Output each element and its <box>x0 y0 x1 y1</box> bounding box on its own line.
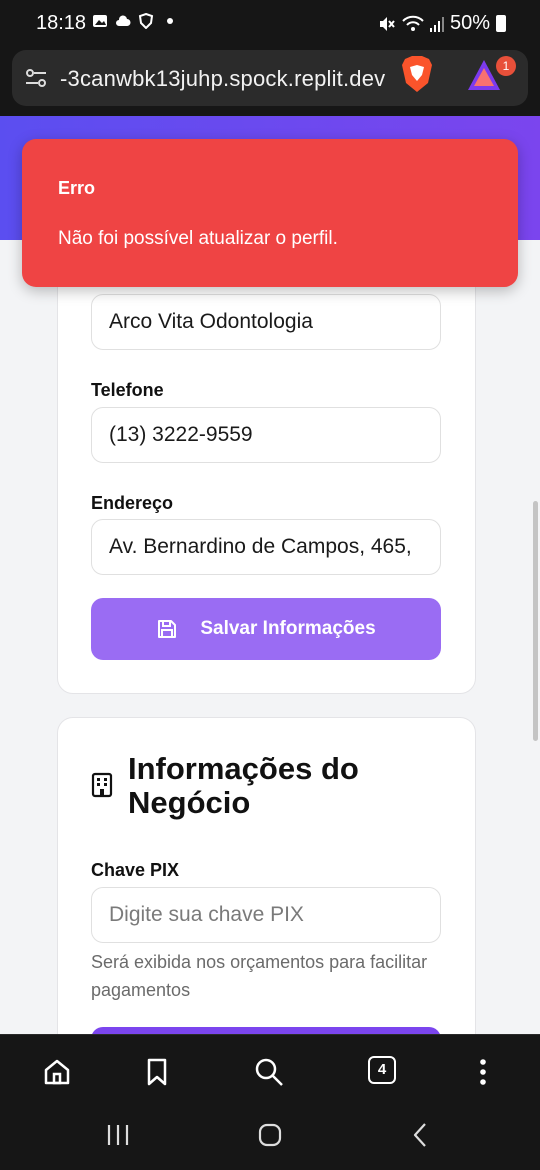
mute-icon <box>379 16 395 31</box>
site-settings-icon[interactable] <box>24 66 48 90</box>
toast-title: Erro <box>58 178 96 198</box>
home-nav-icon[interactable] <box>257 1122 283 1148</box>
toast-message: Não foi possível atualizar o perfil. <box>58 228 338 249</box>
status-bar: 18:18 50% <box>0 0 540 46</box>
more-notifications-dot <box>167 18 173 24</box>
more-icon[interactable] <box>468 1057 498 1087</box>
bookmark-icon[interactable] <box>142 1057 172 1087</box>
search-icon[interactable] <box>254 1057 284 1087</box>
address-input[interactable]: Av. Bernardino de Campos, 465, <box>91 519 441 575</box>
back-icon[interactable] <box>408 1122 434 1148</box>
save-info-button[interactable]: Salvar Informações <box>91 598 441 660</box>
brave-shields-icon[interactable] <box>400 55 434 93</box>
phone-input[interactable]: (13) 3222-9559 <box>91 407 441 463</box>
cloud-icon <box>116 15 131 26</box>
shield-app-icon <box>138 13 154 29</box>
system-status: 50% <box>378 12 506 35</box>
phone-label: Telefone <box>91 380 164 400</box>
gallery-icon <box>93 15 107 27</box>
url-text[interactable]: -3canwbk13juhp.spock.replit.dev <box>60 66 415 92</box>
address-label: Endereço <box>91 493 174 513</box>
error-toast[interactable]: Erro Não foi possível atualizar o perfil… <box>22 139 518 287</box>
address-bar[interactable]: -3canwbk13juhp.spock.replit.dev <box>12 50 528 106</box>
building-icon <box>91 772 113 798</box>
pix-help-text: Será exibida nos orçamentos para facilit… <box>91 952 428 1000</box>
system-navigation-bar <box>0 1106 540 1170</box>
pix-input[interactable]: Digite sua chave PIX <box>91 887 441 943</box>
signal-icon <box>429 16 444 32</box>
notification-icons <box>92 13 173 29</box>
business-save-button[interactable] <box>91 1027 441 1034</box>
home-icon[interactable] <box>42 1057 72 1087</box>
browser-toolbar: -3canwbk13juhp.spock.replit.dev 1 <box>0 46 540 116</box>
page-scrollbar[interactable] <box>533 501 538 741</box>
business-section-title: Informações do Negócio <box>128 751 359 820</box>
company-name-input[interactable]: Arco Vita Odontologia <box>91 294 441 350</box>
recents-icon[interactable] <box>105 1122 131 1148</box>
battery-level: 50% <box>449 12 490 34</box>
tabs-icon[interactable]: 4 <box>368 1056 396 1084</box>
save-button-label: Salvar Informações <box>200 618 376 639</box>
status-time: 18:18 <box>36 12 87 34</box>
rewards-badge: 1 <box>496 56 516 76</box>
wifi-icon <box>402 15 424 31</box>
save-icon <box>158 620 177 638</box>
battery-icon <box>496 15 506 32</box>
pix-label: Chave PIX <box>91 860 180 880</box>
browser-bottom-bar: 4 <box>0 1034 540 1106</box>
